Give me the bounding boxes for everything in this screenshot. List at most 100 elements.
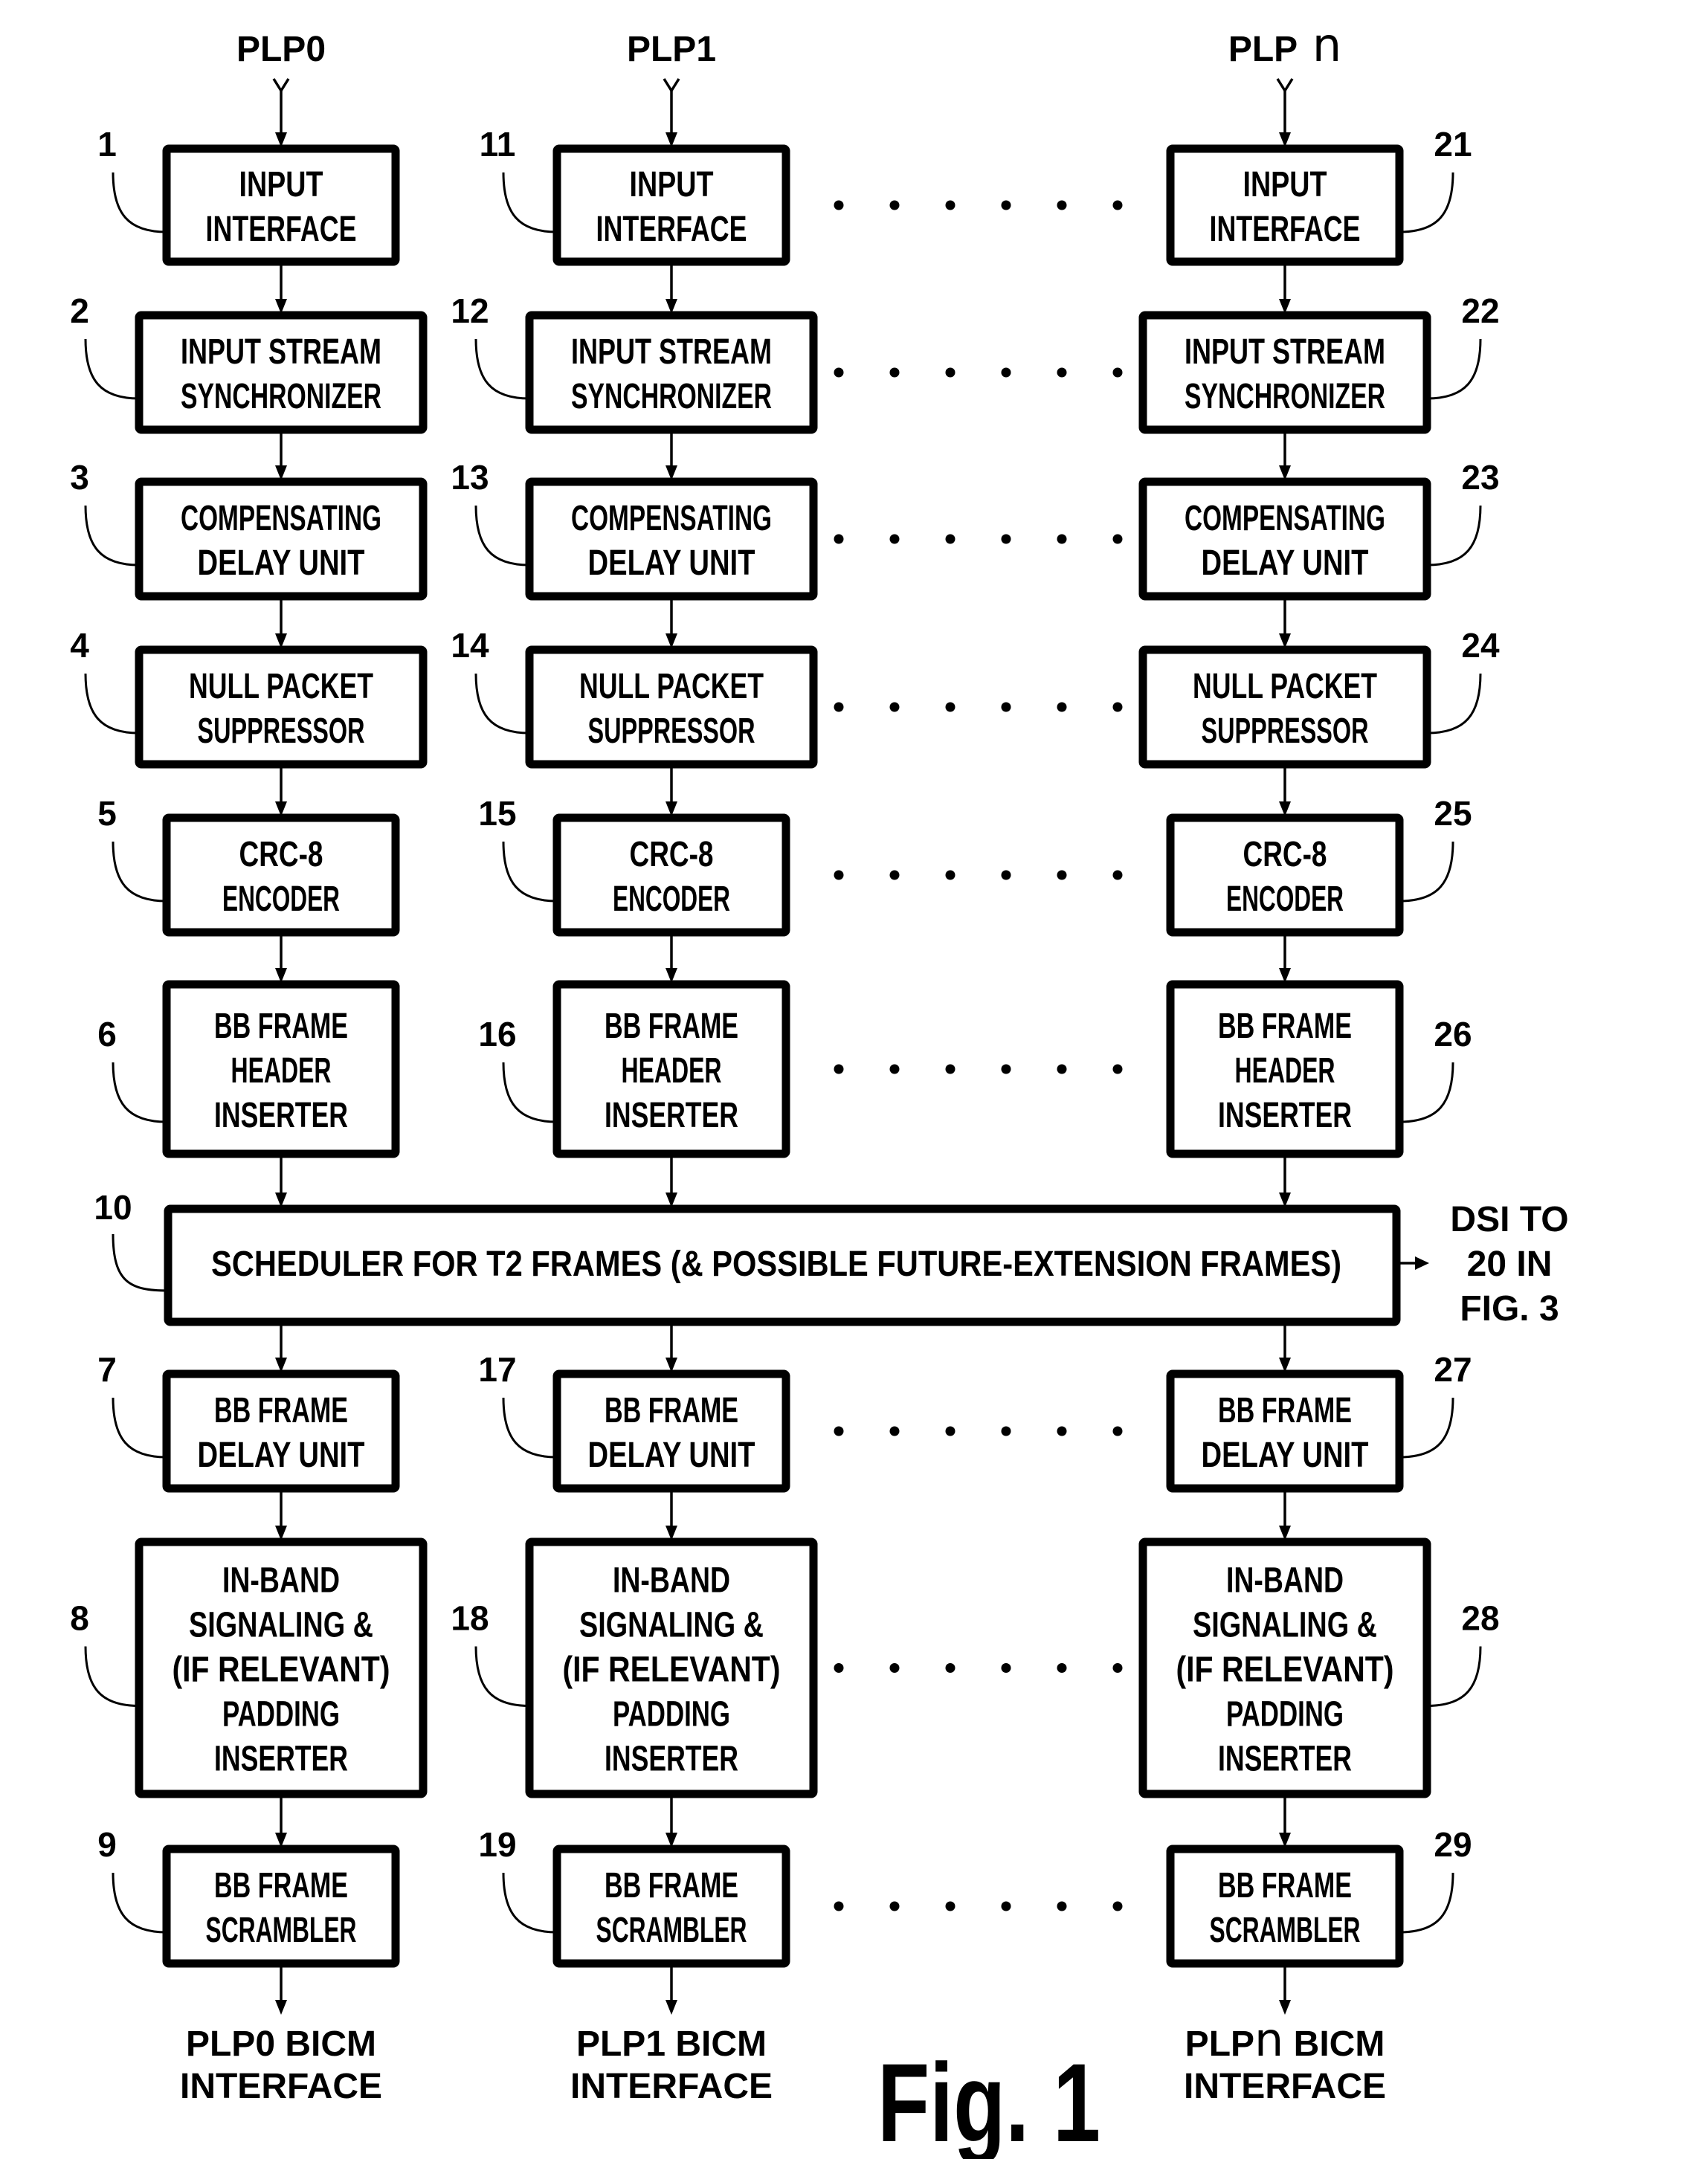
ellipsis-dot (834, 1426, 844, 1436)
ellipsis-dot (945, 367, 955, 378)
block-25-reference-number: 25 (1434, 794, 1472, 833)
block-13-label-line: COMPENSATING (571, 499, 772, 538)
block-17-label-line: BB FRAME (605, 1391, 738, 1430)
ellipsis-dot (945, 200, 955, 210)
ellipsis-dot (1001, 870, 1011, 880)
ellipsis-dot (1001, 200, 1011, 210)
block-1-reference-number: 1 (97, 125, 117, 164)
ellipsis-dot (1001, 702, 1011, 712)
block-6-label-line: INSERTER (214, 1096, 348, 1135)
block-7-reference-number: 7 (97, 1350, 117, 1389)
block-8-label-line: SIGNALING & (189, 1606, 373, 1645)
block-14-label-line: NULL PACKET (579, 667, 764, 706)
patent-figure-block-diagram: Fig. 1 PLP0INPUTINTERFACE1INPUT STREAMSY… (0, 0, 1708, 2159)
block-23-label-line: DELAY UNIT (1202, 543, 1369, 583)
input-label-plp0: PLP0 (236, 30, 326, 69)
block-8-label-line: PADDING (222, 1695, 340, 1734)
block-5-reference-number: 5 (97, 794, 117, 833)
block-18-label-line: SIGNALING & (579, 1606, 764, 1645)
ellipsis-dot (889, 367, 900, 378)
block-13-label-line: DELAY UNIT (588, 543, 755, 583)
ellipsis-dot (945, 870, 955, 880)
function-blocks (135, 144, 1431, 1968)
block-27-reference-number: 27 (1434, 1350, 1472, 1389)
block-8-label-line: IN-BAND (222, 1561, 340, 1601)
block-3-reference-number: 3 (70, 458, 89, 497)
block-14-label-line: SUPPRESSOR (588, 711, 755, 751)
output-label-plp1: PLP1 BICM (576, 2024, 767, 2064)
block-2-label-line: SYNCHRONIZER (181, 377, 381, 416)
ellipsis-dot (834, 200, 844, 210)
block-3-label-line: DELAY UNIT (198, 543, 365, 583)
output-label-prefix: PLP (576, 2024, 645, 2064)
block-8-label-line: INSERTER (214, 1740, 348, 1779)
block-24-reference-number: 24 (1461, 626, 1500, 665)
output-label-suffix: BICM (275, 2024, 376, 2064)
block-25-label-line: CRC-8 (1243, 835, 1327, 874)
figure-caption: Fig. 1 (877, 2040, 1100, 2159)
block-17-reference-number: 17 (478, 1350, 516, 1389)
dsi-output-label-line: DSI TO (1450, 1200, 1568, 1239)
ellipsis-dot (834, 367, 844, 378)
ellipsis-dot (1112, 870, 1123, 880)
block-17-label-line: DELAY UNIT (588, 1436, 755, 1475)
block-1-label-line: INTERFACE (206, 210, 357, 249)
block-26-label-line: HEADER (1235, 1051, 1335, 1091)
block-23-label-line: COMPENSATING (1185, 499, 1385, 538)
block-28-label-line: IN-BAND (1226, 1561, 1344, 1601)
input-label-prefix: PLP (627, 30, 696, 69)
output-label-suffix: BICM (1283, 2024, 1385, 2064)
ellipsis-dot (945, 1064, 955, 1074)
ellipsis-dot (1112, 534, 1123, 544)
ellipsis-dot (1057, 702, 1067, 712)
block-16-label-line: INSERTER (605, 1096, 738, 1135)
input-label-plp1: PLP1 (627, 30, 716, 69)
block-28-label-line: (IF RELEVANT) (1176, 1650, 1394, 1690)
ellipsis-dot (889, 870, 900, 880)
block-18-label-line: PADDING (613, 1695, 730, 1734)
block-12-reference-number: 12 (451, 291, 489, 330)
block-22-label-line: INPUT STREAM (1185, 332, 1385, 372)
ellipsis-dot (889, 1901, 900, 1911)
block-2-reference-number: 2 (70, 291, 89, 330)
block-5-label-line: ENCODER (222, 880, 340, 919)
block-28-label-line: PADDING (1226, 1695, 1344, 1734)
block-24-label-line: SUPPRESSOR (1202, 711, 1369, 751)
block-28-label-line: INSERTER (1218, 1740, 1352, 1779)
output-label-plp0: PLP0 BICM (186, 2024, 376, 2064)
ellipsis-dot (945, 1426, 955, 1436)
ellipsis-dot (834, 1901, 844, 1911)
block-18-label-line: INSERTER (605, 1740, 738, 1779)
block-27-label-line: DELAY UNIT (1202, 1436, 1369, 1475)
ellipsis-dot (889, 200, 900, 210)
block-29-label-line: SCRAMBLER (1210, 1911, 1361, 1950)
ellipsis-dot (1057, 1426, 1067, 1436)
block-3-label-line: COMPENSATING (181, 499, 381, 538)
input-label-index: 0 (306, 30, 326, 69)
block-6-reference-number: 6 (97, 1015, 117, 1053)
input-label-prefix: PLP (236, 30, 306, 69)
ellipsis-dot (1057, 1663, 1067, 1673)
ellipsis-dot (1057, 534, 1067, 544)
block-15-label-line: ENCODER (613, 880, 730, 919)
input-label-index: n (1298, 18, 1341, 72)
block-12-label-line: SYNCHRONIZER (571, 377, 772, 416)
ellipsis-dot (1057, 1901, 1067, 1911)
block-7-label-line: DELAY UNIT (198, 1436, 365, 1475)
block-19-reference-number: 19 (478, 1825, 516, 1864)
ellipsis-dot (1001, 1663, 1011, 1673)
ellipsis-dot (1001, 1426, 1011, 1436)
ellipsis-dot (889, 534, 900, 544)
block-11-label-line: INTERFACE (596, 210, 747, 249)
output-label-prefix: PLP (186, 2024, 255, 2064)
ellipsis-dot (1112, 200, 1123, 210)
block-26-label-line: BB FRAME (1218, 1007, 1352, 1046)
ellipsis-dot (889, 1663, 900, 1673)
ellipsis-dot (1112, 367, 1123, 378)
ellipsis-dot (1057, 870, 1067, 880)
block-23-reference-number: 23 (1461, 458, 1499, 497)
block-11-reference-number: 11 (480, 125, 516, 164)
block-14-reference-number: 14 (451, 626, 489, 665)
block-19-label-line: BB FRAME (605, 1866, 738, 1905)
output-label-index: 1 (645, 2024, 666, 2064)
